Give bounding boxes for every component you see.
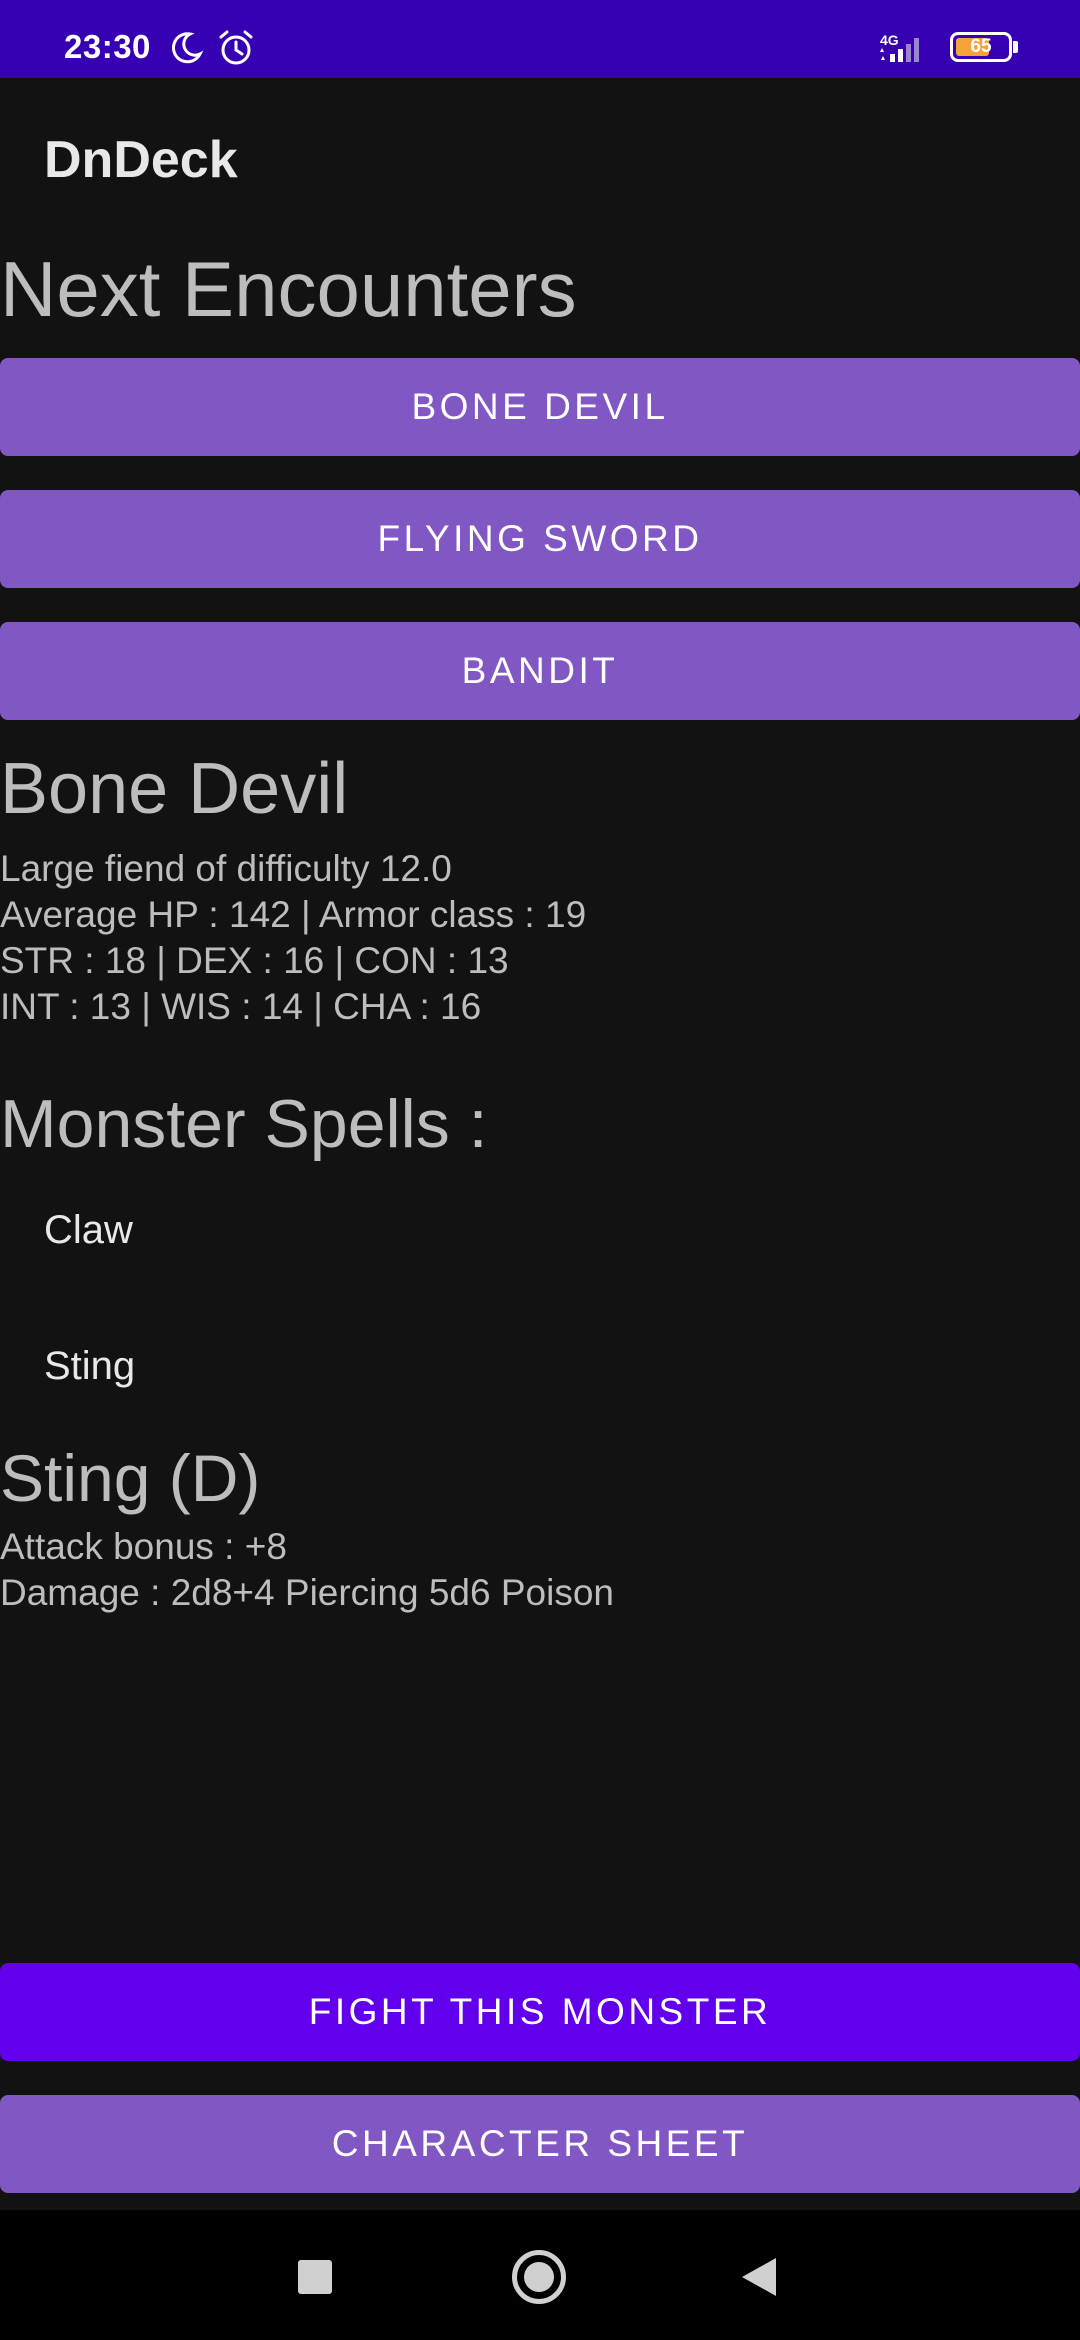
monster-hp-ac: Average HP : 142 | Armor class : 19: [0, 894, 587, 935]
character-sheet-button[interactable]: CHARACTER SHEET: [0, 2095, 1080, 2193]
home-icon-inner: [524, 2262, 554, 2292]
selected-spell-title: Sting (D): [0, 1441, 261, 1515]
status-bar: 23:30 4G 65: [0, 0, 1080, 78]
monster-mental-stats: INT : 13 | WIS : 14 | CHA : 16: [0, 986, 482, 1027]
battery-icon: 65: [950, 32, 1012, 62]
encounter-button-flying-sword[interactable]: FLYING SWORD: [0, 490, 1080, 588]
encounter-button-bandit[interactable]: BANDIT: [0, 622, 1080, 720]
battery-percent: 65: [970, 36, 992, 57]
monster-name: Bone Devil: [0, 749, 349, 829]
monster-description: Large fiend of difficulty 12.0: [0, 848, 452, 889]
attack-bonus: Attack bonus : +8: [0, 1526, 287, 1567]
damage: Damage : 2d8+4 Piercing 5d6 Poison: [0, 1572, 614, 1613]
app-title: DnDeck: [44, 131, 238, 189]
monster-physical-stats: STR : 18 | DEX : 16 | CON : 13: [0, 940, 509, 981]
alarm-icon: [219, 30, 253, 65]
next-encounters-heading: Next Encounters: [0, 245, 577, 333]
spell-item-sting[interactable]: Sting: [44, 1344, 135, 1389]
system-nav-bar: [0, 2210, 1080, 2340]
status-time: 23:30: [64, 28, 151, 65]
encounter-button-bone-devil[interactable]: BONE DEVIL: [0, 358, 1080, 456]
spell-item-claw[interactable]: Claw: [44, 1208, 133, 1253]
app-bar: DnDeck: [0, 78, 1080, 246]
signal-icon: [880, 38, 919, 62]
monster-spells-heading: Monster Spells :: [0, 1086, 488, 1162]
selected-spell-info: Attack bonus : +8 Damage : 2d8+4 Piercin…: [0, 1524, 614, 1616]
recent-apps-icon[interactable]: [298, 2260, 332, 2294]
moon-icon: [171, 32, 204, 64]
home-icon[interactable]: [512, 2250, 566, 2304]
monster-stats: Large fiend of difficulty 12.0 Average H…: [0, 846, 586, 1030]
back-icon[interactable]: [742, 2258, 776, 2296]
battery-terminal: [1013, 41, 1018, 53]
fight-monster-button[interactable]: FIGHT THIS MONSTER: [0, 1963, 1080, 2061]
